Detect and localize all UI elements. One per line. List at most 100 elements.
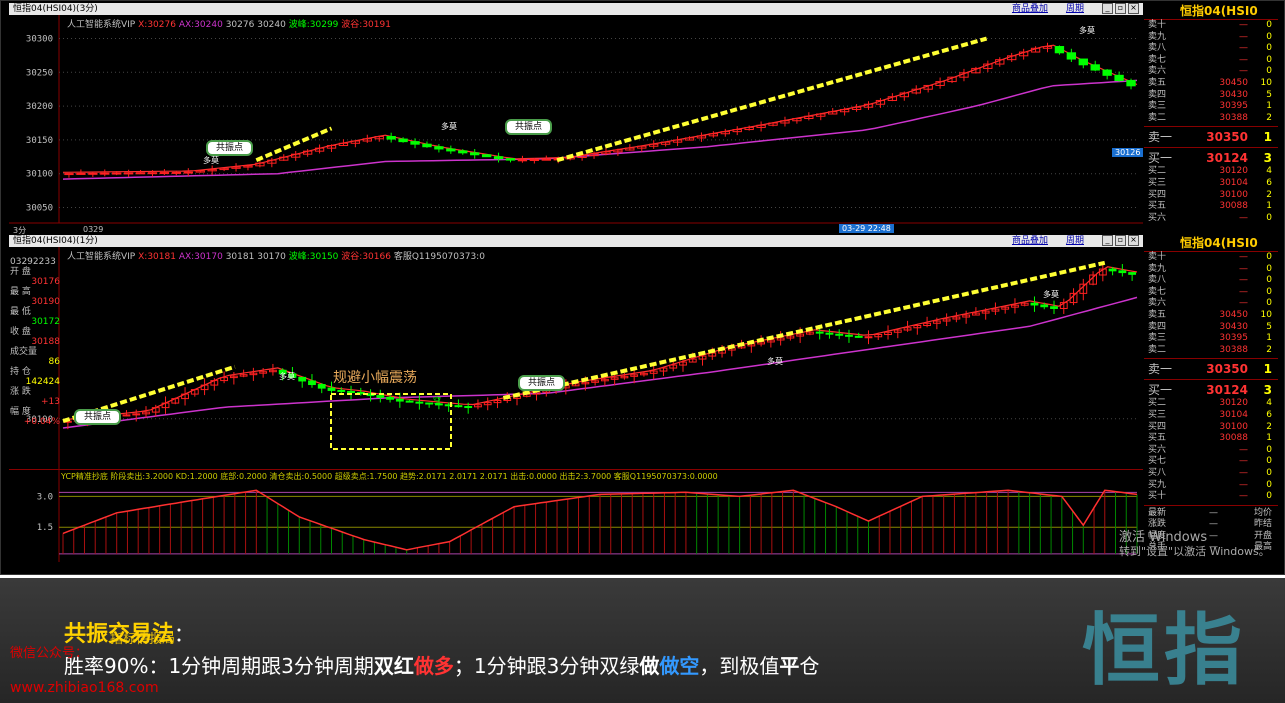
candle-body — [1102, 69, 1112, 76]
candle-body — [123, 172, 134, 175]
bid-row[interactable]: 买七 —0 — [1144, 456, 1278, 468]
bid-row[interactable]: 买六 —0 — [1144, 445, 1278, 457]
top-chart-panel: 恒指04(HSI04)(3分) 商品叠加 周期 _ ▫ × 30300 30250… — [9, 3, 1144, 235]
candle-body — [183, 171, 193, 174]
info-value: +13 — [41, 397, 60, 407]
candle-body — [347, 390, 355, 394]
info-key: 最 高 — [10, 287, 31, 297]
top-indicator-line: 人工智能系统VIP X:30276 AX:30240 30276 30240 波… — [67, 20, 391, 30]
oscillator-panel: YCP精准抄底 阶段卖出:3.2000 KD:1.2000 底部:0.2000 … — [9, 469, 1143, 562]
ask-row[interactable]: 卖五 30450 10 — [1144, 78, 1278, 90]
candle-body — [398, 138, 408, 143]
ask-row[interactable]: 卖十 —0 — [1144, 252, 1278, 264]
orderbook-title: 恒指04(HSI0 — [1144, 3, 1278, 20]
candle-body — [298, 376, 307, 382]
info-key: 持 仓 — [10, 367, 31, 377]
ask-row[interactable]: 卖九 —0 — [1144, 32, 1278, 44]
ask-row[interactable]: 卖九 —0 — [1144, 264, 1278, 276]
candle-body — [1126, 80, 1136, 87]
bid-row[interactable]: 买八 —0 — [1144, 468, 1278, 480]
candle-body — [529, 159, 540, 162]
resonance-point-bubble: 共振点 — [505, 119, 553, 135]
bid-row[interactable]: 买十 —0 — [1144, 491, 1278, 503]
resonance-point-bubble: 共振点 — [206, 140, 254, 156]
avoid-oscillation-label: 规避小幅震荡 — [333, 370, 417, 386]
bid-row[interactable]: 买五 30088 1 — [1144, 201, 1278, 213]
candle-body — [425, 402, 434, 405]
candle-body — [415, 401, 424, 404]
candle-body — [1090, 64, 1100, 71]
ask-row[interactable]: 卖七 —0 — [1144, 55, 1278, 67]
bottom-indicator-line: 人工智能系统VIP X:30181 AX:30170 30181 30170 波… — [67, 252, 485, 262]
bid-row[interactable]: 买三 30104 6 — [1144, 410, 1278, 422]
candle-body — [458, 150, 468, 154]
ask-row[interactable]: 卖二 30388 2 — [1144, 113, 1278, 125]
ask-row[interactable]: 卖四 30430 5 — [1144, 90, 1278, 102]
info-key: 成交量 — [10, 347, 38, 357]
info-value: 30176 — [31, 277, 60, 287]
bar-info-panel: 03292233 开 盘 30176 最 高 30190 最 低 30172 收 盘 30188… — [10, 257, 60, 427]
bid1-row[interactable]: 买一 30124 3 — [1144, 150, 1278, 166]
candle-body — [505, 158, 516, 161]
ask-row[interactable]: 卖六 —0 — [1144, 298, 1278, 310]
long-signal-label: 多莫 — [279, 372, 295, 381]
bottom-chart-panel: 恒指04(HSI04)(1分) 商品叠加 周期 _ ▫ × 30100 人工智能… — [9, 235, 1143, 469]
info-key: 涨 跌 — [10, 387, 31, 397]
ask-row[interactable]: 卖六 —0 — [1144, 66, 1278, 78]
trading-window: 恒指04(HSI04)(3分) 商品叠加 周期 _ ▫ × 30300 30250… — [0, 0, 1285, 575]
ask-row[interactable]: 卖七 —0 — [1144, 287, 1278, 299]
ask-row[interactable]: 卖十 —0 — [1144, 20, 1278, 32]
candle-body — [481, 154, 492, 158]
bid-row[interactable]: 买六 —0 — [1144, 213, 1278, 225]
candle-body — [854, 335, 863, 338]
ask-row[interactable]: 卖二 30388 2 — [1144, 345, 1278, 357]
y-tick-label: 30200 — [26, 102, 53, 112]
bottom-candlestick-chart[interactable]: 30100 — [9, 235, 1143, 469]
info-value: 142424 — [25, 377, 60, 387]
orderbook-title: 恒指04(HSI0 — [1144, 235, 1278, 252]
ask-row[interactable]: 卖三 30395 1 — [1144, 101, 1278, 113]
info-value: 86 — [48, 357, 60, 367]
bid-row[interactable]: 买九 —0 — [1144, 480, 1278, 492]
trend-line — [556, 36, 988, 163]
y-tick-label: 30050 — [26, 203, 53, 213]
ask-row[interactable]: 卖四 30430 5 — [1144, 322, 1278, 334]
candle-body — [517, 159, 528, 162]
candle-body — [88, 172, 98, 175]
candle-body — [825, 332, 834, 335]
bid1-row[interactable]: 买一 30124 3 — [1144, 382, 1278, 398]
info-key: 03292233 — [10, 257, 56, 267]
candle-body — [864, 336, 873, 339]
ask1-row[interactable]: 卖一 30350 1 — [1144, 129, 1278, 145]
candle-body — [171, 171, 182, 174]
candle-body — [317, 384, 326, 389]
bid-row[interactable]: 买二 30120 4 — [1144, 398, 1278, 410]
info-key: 收 盘 — [10, 327, 31, 337]
candle-body — [845, 334, 853, 337]
resonance-point-bubble: 共振点 — [74, 409, 122, 425]
bid-row[interactable]: 买二 30120 4 — [1144, 166, 1278, 178]
top-candlestick-chart[interactable]: 30300 30250 30200 30150 30100 30050 — [9, 3, 1143, 233]
candle-body — [815, 331, 824, 334]
bid-row[interactable]: 买四 30100 2 — [1144, 190, 1278, 202]
candle-body — [1118, 270, 1127, 274]
resonance-point-bubble: 共振点 — [518, 375, 566, 391]
bid-row[interactable]: 买三 30104 6 — [1144, 178, 1278, 190]
ask-row[interactable]: 卖八 —0 — [1144, 43, 1278, 55]
oscillator-chart[interactable]: 3.0 1.5 — [9, 470, 1143, 562]
ask-row[interactable]: 卖五 30450 10 — [1144, 310, 1278, 322]
bid-row[interactable]: 买五 30088 1 — [1144, 433, 1278, 445]
long-signal-label: 多莫 — [1079, 26, 1095, 35]
ask-row[interactable]: 卖八 —0 — [1144, 275, 1278, 287]
brand-watermark: 指标情报局 — [110, 632, 176, 647]
info-value: 30172 — [31, 317, 60, 327]
info-value: +0.04% — [23, 417, 60, 427]
ask1-row[interactable]: 卖一 30350 1 — [1144, 361, 1278, 377]
candle-body — [470, 152, 480, 156]
candle-body — [1030, 302, 1039, 306]
candle-body — [386, 136, 396, 140]
ask-row[interactable]: 卖三 30395 1 — [1144, 333, 1278, 345]
candle-body — [1040, 304, 1049, 308]
bid-row[interactable]: 买四 30100 2 — [1144, 422, 1278, 434]
hangseng-logo: 恒指 — [1082, 605, 1247, 696]
